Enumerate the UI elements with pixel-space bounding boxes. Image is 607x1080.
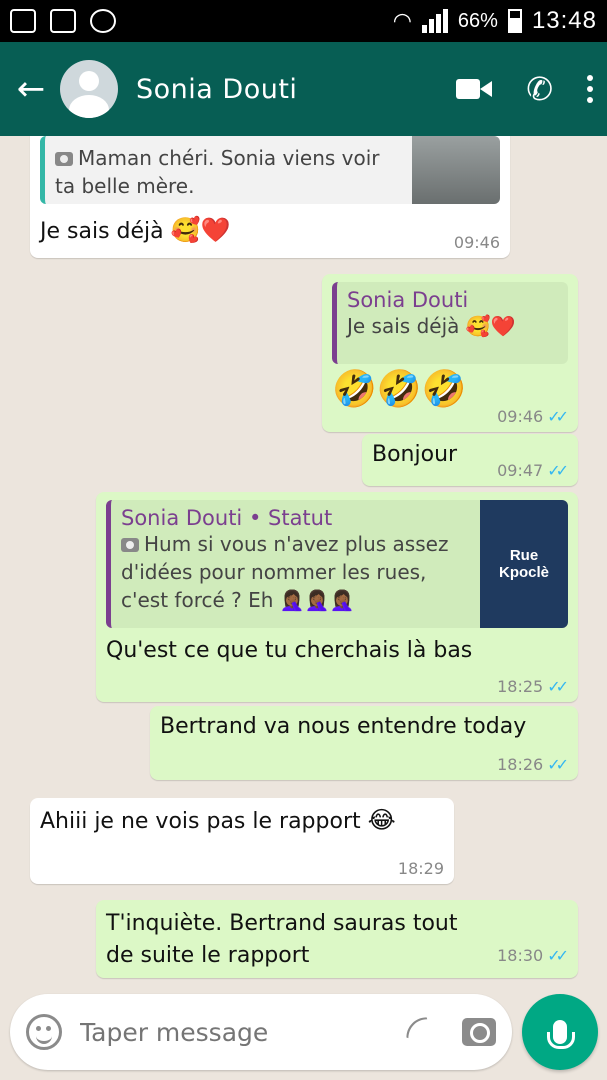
message-time: 18:25 bbox=[497, 677, 544, 696]
message-emoji: 🤣🤣🤣 bbox=[332, 369, 467, 410]
message-text: Bertrand va nous entendre today bbox=[160, 714, 527, 739]
message-time: 18:26 bbox=[497, 755, 544, 774]
message-input[interactable] bbox=[80, 1017, 406, 1047]
read-ticks-icon: ✓✓ bbox=[547, 407, 569, 426]
message-text: Je sais déjà bbox=[40, 219, 164, 244]
quoted-photo-thumbnail bbox=[412, 136, 500, 204]
quoted-message[interactable]: Sonia Douti Je sais déjà 🥰❤️ bbox=[332, 282, 568, 364]
headphones-icon bbox=[90, 9, 116, 33]
read-ticks-icon: ✓✓ bbox=[547, 677, 569, 696]
battery-icon bbox=[507, 9, 522, 33]
emoji-icon[interactable] bbox=[26, 1014, 62, 1050]
battery-percent: 66% bbox=[457, 9, 498, 32]
thumbnail-text: Kpoclè bbox=[498, 564, 549, 581]
back-arrow-icon[interactable]: ← bbox=[14, 69, 48, 109]
message-bubble[interactable]: Sonia Douti • Statut Hum si vous n'avez … bbox=[96, 492, 578, 702]
message-text: Ahiii je ne vois pas le rapport bbox=[40, 809, 361, 834]
quoted-message[interactable]: Maman chéri. Sonia viens voir ta belle m… bbox=[40, 136, 500, 204]
chat-header: ← Sonia Douti ✆ bbox=[0, 42, 607, 136]
attach-icon[interactable]: ⌒ bbox=[395, 1006, 447, 1058]
message-bubble[interactable]: Bertrand va nous entendre today 18:26 ✓✓ bbox=[150, 706, 578, 780]
message-time: 09:46 bbox=[497, 407, 544, 426]
message-bubble[interactable]: Sonia Douti Je sais déjà 🥰❤️ 🤣🤣🤣 09:46 ✓✓ bbox=[322, 274, 578, 432]
video-call-icon[interactable] bbox=[456, 77, 493, 101]
quoted-emoji: 🥰❤️ bbox=[465, 314, 516, 338]
read-ticks-icon: ✓✓ bbox=[547, 755, 569, 774]
camera-icon[interactable] bbox=[462, 1018, 496, 1046]
message-time: 18:29 bbox=[397, 859, 444, 878]
message-text: Bonjour bbox=[372, 442, 458, 467]
contact-name[interactable]: Sonia Douti bbox=[136, 74, 297, 105]
message-input-container: ⌒ bbox=[10, 994, 512, 1070]
signal-icon bbox=[421, 9, 448, 33]
quoted-message[interactable]: Sonia Douti • Statut Hum si vous n'avez … bbox=[106, 500, 568, 628]
message-time: 09:47 bbox=[497, 461, 544, 480]
microphone-icon bbox=[547, 1020, 575, 1049]
download-notification-icon bbox=[50, 9, 76, 33]
quoted-photo-thumbnail: Rue Kpoclè bbox=[480, 500, 568, 628]
voice-record-button[interactable] bbox=[522, 994, 598, 1070]
avatar[interactable] bbox=[60, 60, 118, 118]
read-ticks-icon: ✓✓ bbox=[547, 461, 569, 480]
more-vert-icon[interactable] bbox=[587, 75, 593, 103]
status-bar: ◠ 66% 13:48 bbox=[0, 0, 607, 42]
quoted-author: Sonia Douti • Statut bbox=[121, 506, 333, 530]
message-notification-icon bbox=[10, 9, 36, 33]
clock: 13:48 bbox=[531, 7, 597, 34]
read-ticks-icon: ✓✓ bbox=[547, 946, 569, 965]
message-list[interactable]: Maman chéri. Sonia viens voir ta belle m… bbox=[0, 136, 607, 996]
message-text: Qu'est ce que tu cherchais là bas bbox=[106, 638, 473, 663]
message-emoji: 😂 bbox=[367, 806, 396, 834]
quoted-text: Maman chéri. Sonia viens voir ta belle m… bbox=[55, 146, 380, 198]
message-emoji: 🥰❤️ bbox=[170, 216, 231, 244]
quoted-emoji: 🤦🏾‍♀️🤦🏾‍♀️🤦🏾‍♀️ bbox=[279, 588, 355, 612]
thumbnail-text: Rue bbox=[509, 547, 539, 564]
camera-icon bbox=[55, 152, 73, 166]
message-bubble[interactable]: T'inquiète. Bertrand sauras tout de suit… bbox=[96, 900, 578, 978]
message-time: 18:30 bbox=[497, 946, 544, 965]
compose-bar: ⌒ bbox=[0, 994, 607, 1080]
wifi-icon: ◠ bbox=[392, 8, 412, 33]
message-bubble[interactable]: Ahiii je ne vois pas le rapport 😂 18:29 bbox=[30, 798, 454, 884]
quoted-text: Je sais déjà bbox=[347, 314, 460, 338]
phone-icon[interactable]: ✆ bbox=[526, 73, 553, 105]
message-time: 09:46 bbox=[453, 233, 500, 252]
message-bubble[interactable]: Bonjour 09:47 ✓✓ bbox=[362, 434, 578, 486]
camera-icon bbox=[121, 538, 139, 552]
quoted-author: Sonia Douti bbox=[347, 288, 469, 312]
message-bubble[interactable]: Maman chéri. Sonia viens voir ta belle m… bbox=[30, 136, 510, 258]
